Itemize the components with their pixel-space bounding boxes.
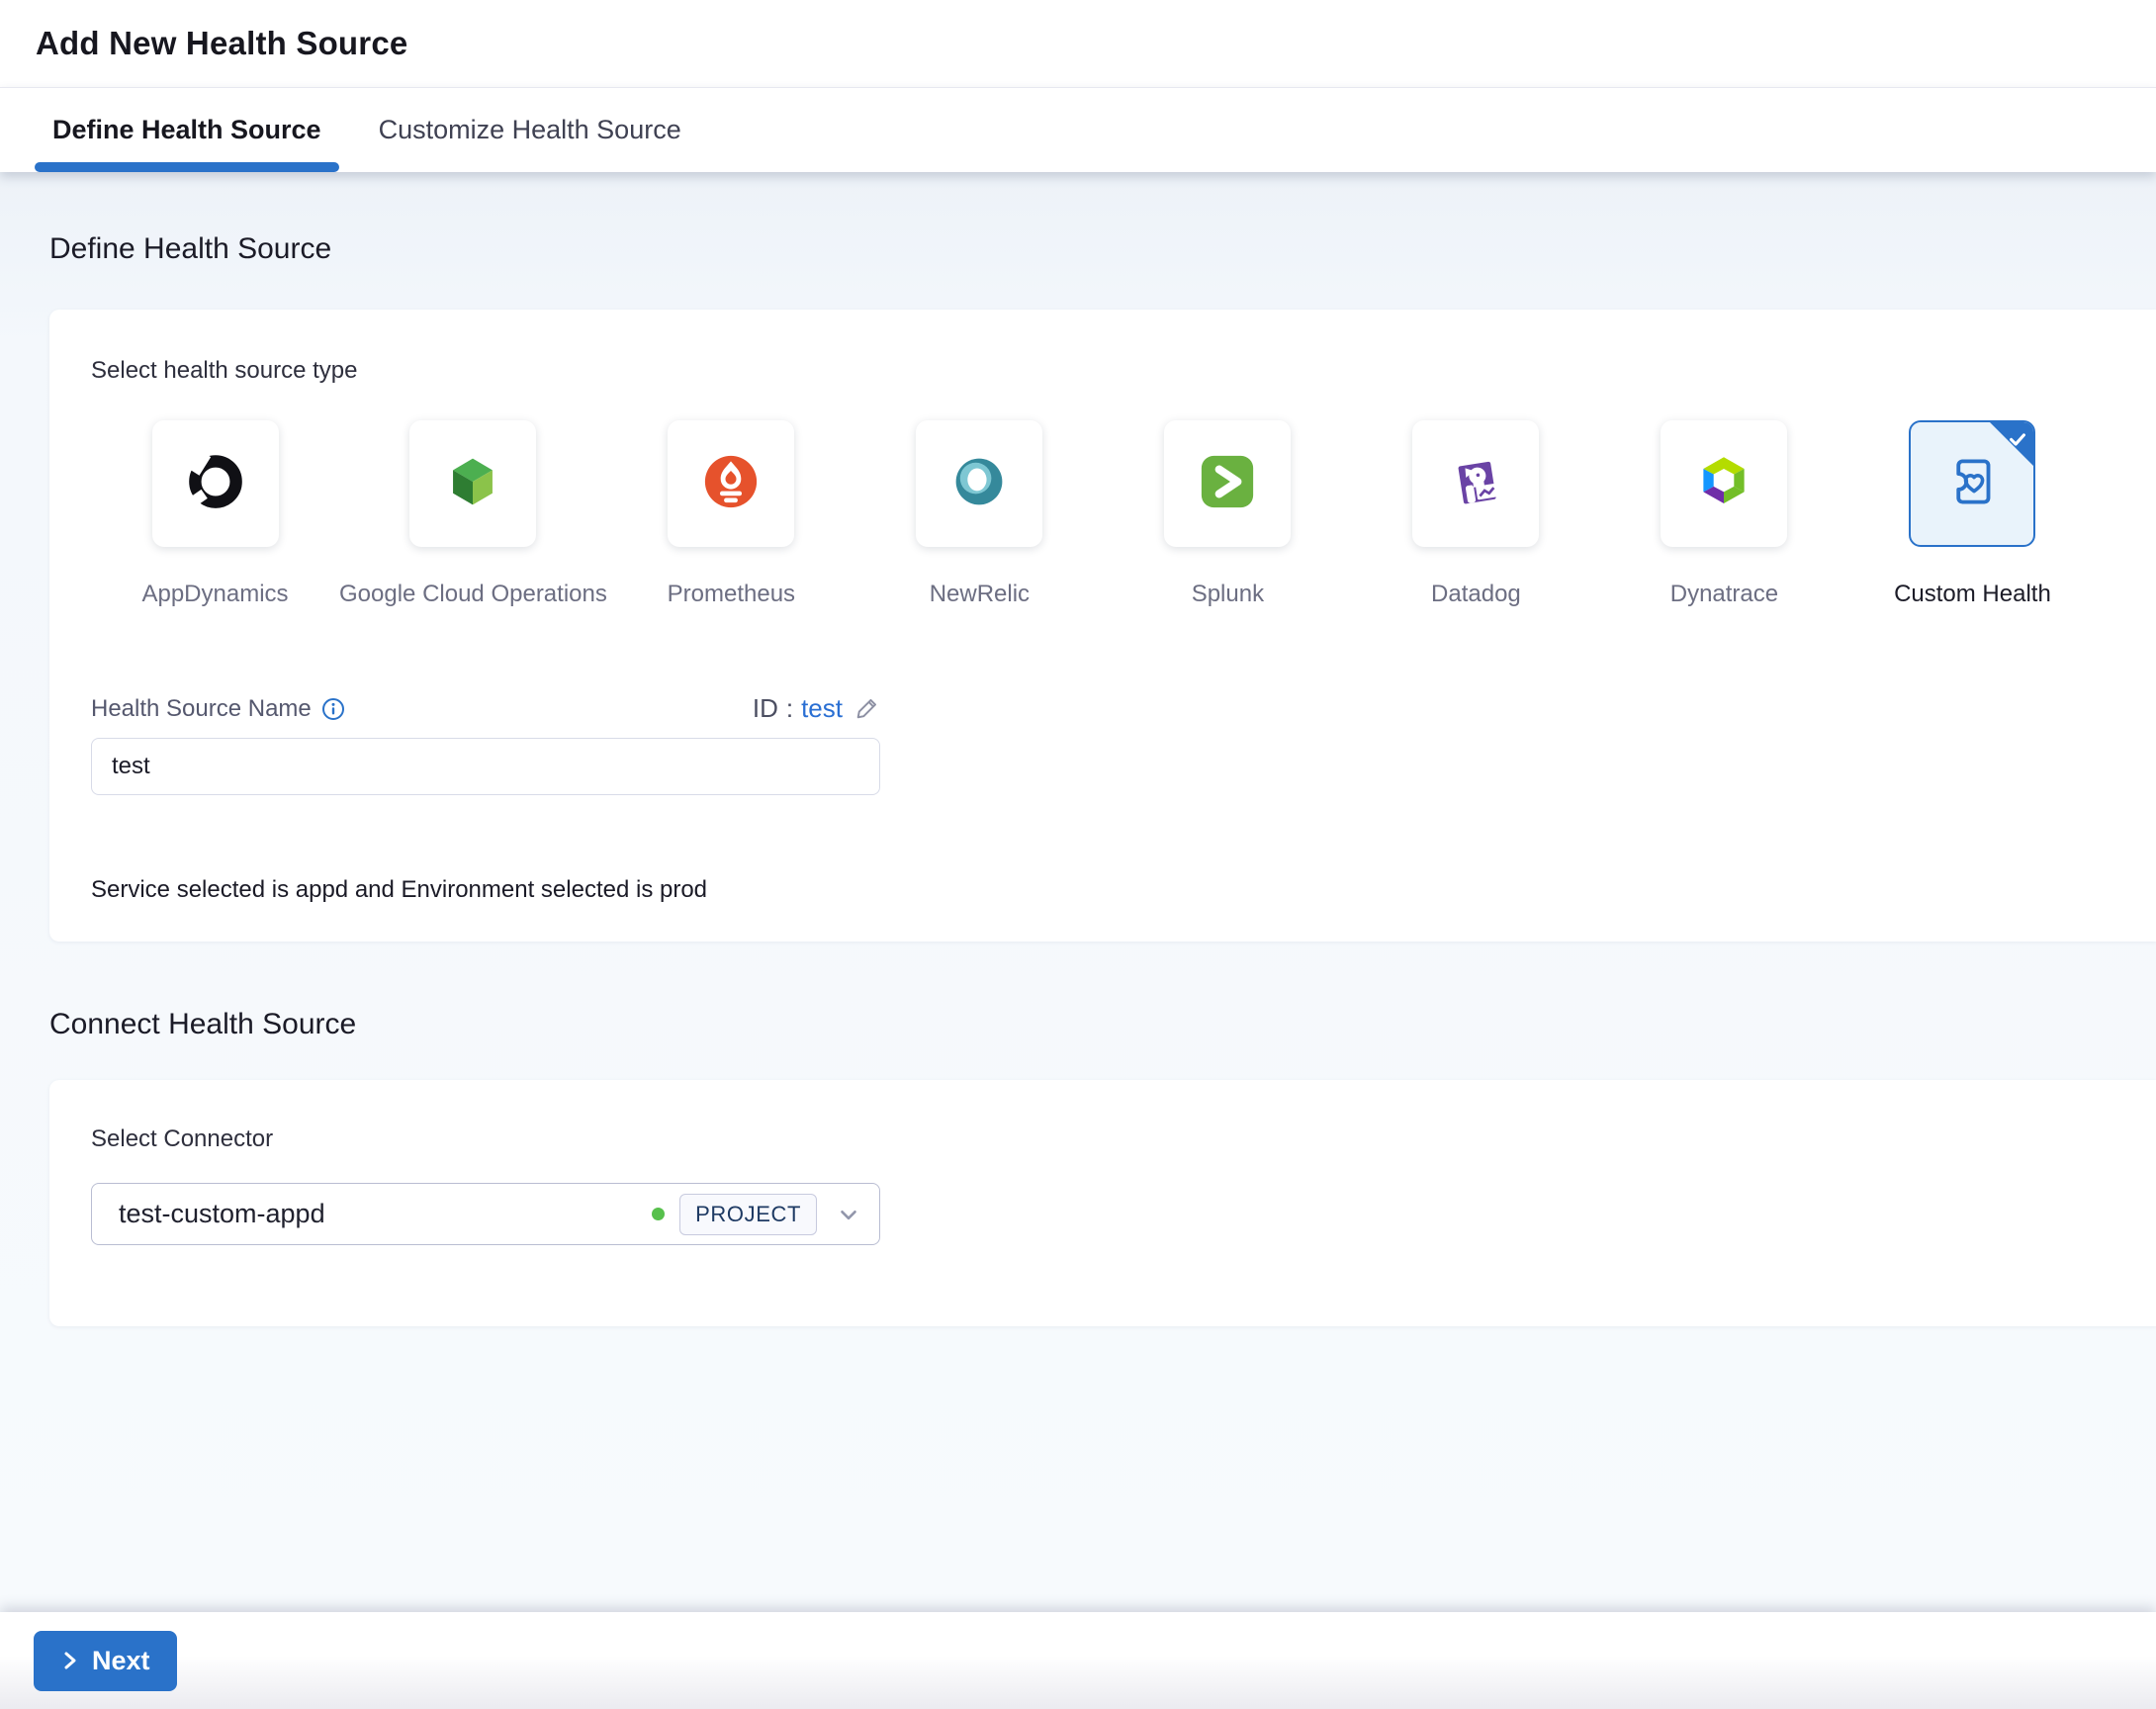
source-type-label: Datadog: [1431, 581, 1521, 607]
tab-bar: Define Health Source Customize Health So…: [0, 87, 2156, 172]
appdynamics-tile[interactable]: [151, 420, 279, 547]
health-source-id: ID : test: [753, 693, 880, 724]
splunk-icon: [1195, 449, 1260, 519]
source-type-prometheus: Prometheus: [607, 420, 855, 608]
connect-section-heading: Connect Health Source: [49, 1008, 357, 1040]
source-type-label: NewRelic: [929, 581, 1031, 607]
datadog-tile[interactable]: [1412, 420, 1540, 547]
service-env-note: Service selected is appd and Environment…: [91, 876, 708, 903]
next-button[interactable]: Next: [34, 1630, 177, 1691]
health-source-name-input[interactable]: [91, 738, 880, 795]
active-tab-underline: [35, 162, 339, 172]
info-icon[interactable]: [321, 697, 345, 721]
health-source-name-row: Health Source Name ID : test: [91, 693, 880, 724]
source-type-tiles: AppDynamics Google Cloud Operations Prom…: [91, 420, 2097, 608]
google-cloud-operations-icon: [440, 449, 505, 519]
health-source-name-label-group: Health Source Name: [91, 694, 345, 724]
id-separator: :: [785, 693, 794, 723]
footer-bar: Next: [0, 1612, 2156, 1709]
source-type-newrelic: NewRelic: [855, 420, 1104, 608]
source-type-label: Dynatrace: [1669, 581, 1779, 607]
source-type-label: Custom Health: [1894, 581, 2051, 607]
newrelic-icon: [946, 449, 1012, 519]
source-type-datadog: Datadog: [1352, 420, 1600, 608]
define-health-source-card: Select health source type AppDynamics Go…: [49, 310, 2156, 942]
prometheus-tile[interactable]: [668, 420, 795, 547]
select-connector-label: Select Connector: [91, 1125, 274, 1152]
custom-health-tile[interactable]: [1909, 420, 2036, 547]
source-type-custom-health: Custom Health: [1848, 420, 2097, 608]
edit-id-pencil-icon[interactable]: [854, 696, 880, 722]
tab-customize-label: Customize Health Source: [378, 115, 681, 144]
dynatrace-icon: [1691, 449, 1756, 519]
source-type-splunk: Splunk: [1104, 420, 1352, 608]
source-type-appdynamics: AppDynamics: [91, 420, 339, 608]
appdynamics-icon: [183, 449, 248, 519]
connector-select[interactable]: test-custom-appd PROJECT: [91, 1183, 880, 1245]
connect-health-source-card: Select Connector test-custom-appd PROJEC…: [49, 1080, 2156, 1326]
health-source-name-label: Health Source Name: [91, 694, 312, 722]
connector-status-dot: [652, 1208, 666, 1220]
connector-scope-badge: PROJECT: [679, 1193, 817, 1235]
next-button-label: Next: [92, 1645, 150, 1675]
main-content: Define Health Source Select health sourc…: [0, 172, 2156, 1612]
id-label: ID: [752, 693, 778, 723]
tab-define-health-source[interactable]: Define Health Source: [35, 88, 339, 172]
datadog-icon: [1443, 449, 1508, 519]
tab-define-label: Define Health Source: [52, 115, 321, 144]
id-value: test: [801, 693, 843, 723]
tab-customize-health-source[interactable]: Customize Health Source: [361, 88, 699, 172]
newrelic-tile[interactable]: [916, 420, 1043, 547]
source-type-label: Prometheus: [667, 581, 796, 607]
source-type-label: AppDynamics: [141, 581, 289, 607]
gco-tile[interactable]: [409, 420, 537, 547]
source-type-gco: Google Cloud Operations: [339, 420, 607, 608]
connector-value: test-custom-appd: [119, 1199, 325, 1228]
selected-check-icon: [2007, 428, 2028, 455]
chevron-right-icon: [60, 1649, 80, 1672]
page-header: Add New Health Source: [0, 0, 2156, 87]
add-health-source-page: Add New Health Source Define Health Sour…: [0, 0, 2156, 1709]
dynatrace-tile[interactable]: [1661, 420, 1788, 547]
source-type-dynatrace: Dynatrace: [1600, 420, 1848, 608]
prometheus-icon: [698, 449, 764, 519]
page-title: Add New Health Source: [36, 25, 408, 61]
select-source-type-label: Select health source type: [91, 357, 358, 384]
chevron-down-icon[interactable]: [836, 1202, 861, 1227]
define-section-heading: Define Health Source: [49, 232, 332, 265]
splunk-tile[interactable]: [1164, 420, 1292, 547]
source-type-label: Splunk: [1191, 581, 1265, 607]
source-type-label: Google Cloud Operations: [339, 581, 607, 607]
